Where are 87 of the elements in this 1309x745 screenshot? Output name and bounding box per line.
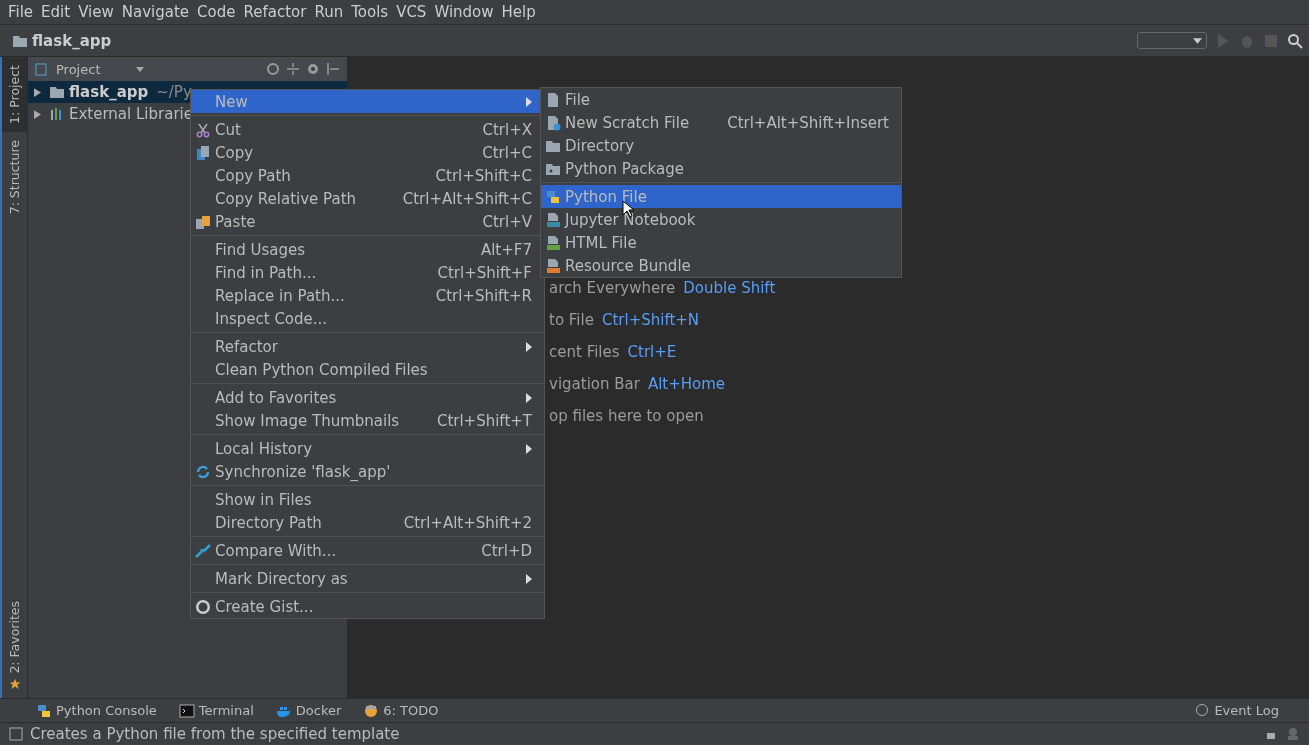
expand-arrow-icon	[34, 87, 41, 97]
tool-window-button[interactable]: Python Console	[36, 702, 157, 719]
menu-bar-item[interactable]: VCS	[392, 3, 431, 21]
tool-window-button[interactable]: 6: TODO	[363, 702, 439, 719]
menu-item[interactable]: Refactor	[191, 335, 544, 358]
hint-text: vigation Bar	[549, 375, 640, 393]
hint-text: cent Files	[549, 343, 620, 361]
file-icon	[545, 211, 561, 228]
hint-text: op files here to open	[549, 407, 704, 425]
tool-window-tab[interactable]: 7: Structure	[2, 131, 27, 223]
tool-window-tab[interactable]: 1: Project	[2, 57, 27, 132]
run-config-dropdown[interactable]	[1137, 32, 1207, 49]
menu-item[interactable]: Replace in Path... Ctrl+Shift+R	[191, 284, 544, 307]
menu-bar-item[interactable]: View	[74, 3, 118, 21]
menu-item[interactable]: Add to Favorites	[191, 386, 544, 409]
event-log-button[interactable]: Event Log	[1194, 702, 1279, 719]
menu-bar-item[interactable]: Tools	[347, 3, 393, 21]
tool-window-tab[interactable]: 2: Favorites	[2, 593, 27, 698]
breadcrumb[interactable]: flask_app	[32, 31, 112, 50]
hint-shortcut: Ctrl+Shift+N	[601, 311, 700, 329]
menu-item[interactable]: Clean Python Compiled Files	[191, 358, 544, 381]
project-icon	[34, 61, 50, 77]
menu-bar-item[interactable]: File	[4, 3, 38, 21]
menu-item[interactable]: Find in Path... Ctrl+Shift+F	[191, 261, 544, 284]
file-icon	[545, 234, 561, 251]
hint-text: to File	[549, 311, 594, 329]
menu-item[interactable]: Copy Relative Path Ctrl+Alt+Shift+C	[191, 187, 544, 210]
tool-window-button[interactable]: Docker	[275, 702, 342, 719]
menu-bar-item[interactable]: Window	[430, 3, 498, 21]
menu-bar-item[interactable]: Help	[497, 3, 540, 21]
collapse-icon[interactable]	[285, 61, 301, 77]
python-icon	[545, 188, 561, 205]
tool-window-button[interactable]: Terminal	[178, 702, 254, 719]
python-icon	[36, 702, 52, 719]
menu-item[interactable]: Create Gist...	[191, 595, 544, 618]
menu-item[interactable]: New Scratch File Ctrl+Alt+Shift+Insert	[541, 111, 901, 134]
menu-item[interactable]: Copy Path Ctrl+Shift+C	[191, 164, 544, 187]
menu-item[interactable]: Resource Bundle	[541, 254, 901, 277]
folder-icon	[49, 84, 65, 100]
menu-item[interactable]: Directory	[541, 134, 901, 157]
hint-shortcut: Double Shift	[683, 279, 776, 297]
settings-icon[interactable]	[305, 61, 321, 77]
clipboard-icon	[195, 213, 211, 230]
menu-item[interactable]: Jupyter Notebook	[541, 208, 901, 231]
dropdown-icon	[1193, 37, 1202, 44]
menu-item[interactable]: Synchronize 'flask_app'	[191, 460, 544, 483]
menu-bar-item[interactable]: Run	[310, 3, 348, 21]
menu-bar-item[interactable]: Edit	[37, 3, 75, 21]
menu-bar-item[interactable]: Code	[193, 3, 240, 21]
stop-icon[interactable]	[1263, 32, 1279, 49]
file-icon	[545, 257, 561, 274]
expand-arrow-icon	[34, 109, 41, 119]
target-icon[interactable]	[265, 61, 281, 77]
dropdown-icon[interactable]	[136, 66, 144, 72]
hint-shortcut: Alt+Home	[647, 375, 726, 393]
copy-icon	[195, 144, 211, 161]
run-icon[interactable]	[1215, 32, 1231, 49]
search-icon[interactable]	[1287, 32, 1303, 49]
file-icon	[545, 114, 561, 131]
menu-item[interactable]: Python Package	[541, 157, 901, 180]
panel-title[interactable]: Project	[56, 61, 132, 77]
menu-item[interactable]: Compare With... Ctrl+D	[191, 539, 544, 562]
menu-item[interactable]: Cut Ctrl+X	[191, 118, 544, 141]
toggle-tool-windows-icon[interactable]	[8, 726, 24, 742]
menu-item[interactable]: Inspect Code...	[191, 307, 544, 330]
menu-item[interactable]: Paste Ctrl+V	[191, 210, 544, 233]
menu-item[interactable]: Python File	[541, 185, 901, 208]
hide-icon[interactable]	[325, 61, 341, 77]
menu-bar-item[interactable]: Refactor	[239, 3, 311, 21]
menu-item[interactable]: Find Usages Alt+F7	[191, 238, 544, 261]
menu-item[interactable]: File	[541, 88, 901, 111]
star-icon	[8, 678, 21, 690]
menu-item[interactable]: Show in Files	[191, 488, 544, 511]
menu-item[interactable]: HTML File	[541, 231, 901, 254]
menu-item[interactable]: Local History	[191, 437, 544, 460]
terminal-icon	[178, 702, 195, 719]
sync-icon	[195, 463, 211, 480]
menu-item[interactable]: Mark Directory as	[191, 567, 544, 590]
menu-item[interactable]: Directory Path Ctrl+Alt+Shift+2	[191, 511, 544, 534]
menu-item[interactable]: Show Image Thumbnails Ctrl+Shift+T	[191, 409, 544, 432]
status-message: Creates a Python file from the specified template	[30, 725, 400, 743]
menu-item[interactable]: Copy Ctrl+C	[191, 141, 544, 164]
scissors-icon	[195, 121, 211, 138]
menu-bar-item[interactable]: Navigate	[117, 3, 194, 21]
compare-icon	[195, 542, 211, 559]
hint-text: arch Everywhere	[549, 279, 676, 297]
hint-shortcut: Ctrl+E	[627, 343, 677, 361]
